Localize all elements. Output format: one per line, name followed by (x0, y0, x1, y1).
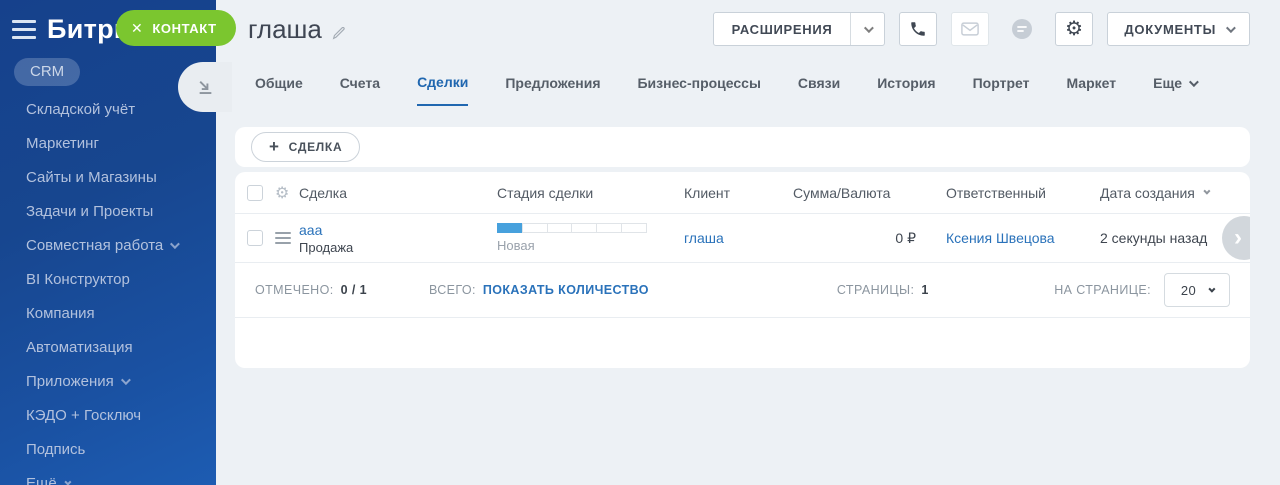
client-link[interactable]: глаша (684, 230, 724, 246)
contact-badge-label: КОНТАКТ (152, 20, 217, 36)
sidebar-header: Битрикс ✕ КОНТАКТ (0, 0, 236, 46)
header-actions: РАСШИРЕНИЯ ⚙ ДОКУМЕНТЫ (712, 12, 1250, 46)
main-content: глаша РАСШИРЕНИЯ ⚙ ДОКУМЕНТЫ Общие Счета… (216, 0, 1280, 485)
sidebar-item-company[interactable]: Компания (0, 296, 216, 330)
sidebar-item-sign[interactable]: Подпись (0, 432, 216, 466)
edit-title-icon[interactable] (332, 16, 345, 47)
tab-deals[interactable]: Сделки (417, 74, 469, 106)
chevron-down-icon (170, 238, 181, 249)
sort-chevron-icon (1203, 187, 1211, 195)
column-header-amount[interactable]: Сумма/Валюта (793, 185, 946, 201)
stage-segment[interactable] (621, 223, 647, 233)
hamburger-menu-icon[interactable] (10, 16, 38, 43)
deals-table: ⚙ Сделка Стадия сделки Клиент Сумма/Валю… (235, 172, 1250, 368)
sidebar-item-automation[interactable]: Автоматизация (0, 330, 216, 364)
chevron-down-icon (864, 22, 875, 33)
stage-segment[interactable] (571, 223, 598, 233)
chat-button[interactable] (1003, 12, 1041, 46)
mail-icon (961, 22, 980, 36)
selected-count: 0 / 1 (340, 283, 367, 297)
show-count-link[interactable]: ПОКАЗАТЬ КОЛИЧЕСТВО (483, 283, 649, 297)
stage-segment[interactable] (546, 223, 573, 233)
sidebar-item-kedo[interactable]: КЭДО + Госключ (0, 398, 216, 432)
table-footer: ОТМЕЧЕНО: 0 / 1 ВСЕГО: ПОКАЗАТЬ КОЛИЧЕСТ… (235, 263, 1250, 318)
entity-header: глаша РАСШИРЕНИЯ ⚙ ДОКУМЕНТЫ (216, 0, 1280, 47)
settings-button[interactable]: ⚙ (1055, 12, 1094, 46)
pages-label: СТРАНИЦЫ: (836, 283, 915, 297)
collapse-arrow-icon (199, 80, 211, 94)
chevron-down-icon (1189, 76, 1199, 87)
chevron-down-icon (64, 478, 72, 485)
plus-icon: + (269, 136, 280, 156)
tab-more[interactable]: Еще (1153, 74, 1199, 106)
chevron-down-icon (120, 374, 131, 385)
selected-label: ОТМЕЧЕНО: (255, 283, 334, 297)
stage-segment[interactable] (497, 223, 523, 233)
tab-bizproc[interactable]: Бизнес-процессы (637, 74, 760, 106)
column-header-responsible[interactable]: Ответственный (946, 185, 1100, 201)
deals-toolbar: + СДЕЛКА (235, 127, 1250, 167)
tab-market[interactable]: Маркет (1066, 74, 1116, 106)
add-deal-button[interactable]: + СДЕЛКА (251, 132, 361, 162)
sidebar-item-apps[interactable]: Приложения (0, 364, 216, 398)
email-button[interactable] (951, 12, 990, 46)
phone-button[interactable] (899, 12, 938, 46)
tab-links[interactable]: Связи (798, 74, 840, 106)
documents-button[interactable]: ДОКУМЕНТЫ (1107, 12, 1250, 46)
sidebar-item-collab[interactable]: Совместная работа (0, 228, 216, 262)
tab-profile[interactable]: Портрет (973, 74, 1030, 106)
tab-invoices[interactable]: Счета (340, 74, 380, 106)
entity-tabs: Общие Счета Сделки Предложения Бизнес-пр… (255, 74, 1250, 106)
responsible-link[interactable]: Ксения Швецова (946, 230, 1055, 246)
sidebar-item-sites[interactable]: Сайты и Магазины (0, 160, 216, 194)
table-header-row: ⚙ Сделка Стадия сделки Клиент Сумма/Валю… (235, 172, 1250, 214)
grid-settings-gear-icon[interactable]: ⚙ (275, 185, 289, 202)
close-icon[interactable]: ✕ (131, 20, 143, 37)
chat-bubble-icon (1012, 19, 1033, 39)
pages-value: 1 (921, 283, 929, 297)
contact-badge[interactable]: ✕ КОНТАКТ (116, 10, 236, 46)
tab-history[interactable]: История (877, 74, 935, 106)
sidebar-menu: Складской учёт Маркетинг Сайты и Магазин… (0, 92, 216, 485)
sidebar-collapse-button[interactable] (178, 62, 232, 112)
stage-bar[interactable] (497, 223, 647, 233)
phone-icon (911, 22, 926, 36)
stage-label: Новая (497, 238, 535, 253)
tab-quotes[interactable]: Предложения (505, 74, 600, 106)
table-row[interactable]: aaa Продажа Новая глаша 0 ₽ Ксения Швецо… (235, 214, 1250, 263)
row-drag-handle[interactable] (275, 232, 291, 244)
per-page-select[interactable]: 20 (1164, 273, 1230, 307)
deal-amount: 0 ₽ (895, 229, 916, 246)
select-all-checkbox[interactable] (247, 184, 263, 201)
page-title: глаша (248, 12, 345, 47)
column-header-created[interactable]: Дата создания (1100, 185, 1250, 201)
column-header-stage[interactable]: Стадия сделки (497, 185, 684, 201)
chevron-down-icon (1225, 22, 1236, 33)
per-page-label: НА СТРАНИЦЕ: (1054, 283, 1151, 297)
extensions-button[interactable]: РАСШИРЕНИЯ (712, 12, 886, 46)
total-label: ВСЕГО: (428, 283, 476, 297)
deal-category: Продажа (299, 239, 354, 255)
sidebar-item-bi[interactable]: BI Конструктор (0, 262, 216, 296)
sidebar-item-tasks[interactable]: Задачи и Проекты (0, 194, 216, 228)
column-header-client[interactable]: Клиент (684, 185, 793, 201)
sidebar-item-marketing[interactable]: Маркетинг (0, 126, 216, 160)
column-header-deal[interactable]: Сделка (299, 185, 497, 201)
tab-general[interactable]: Общие (255, 74, 303, 106)
stage-segment[interactable] (596, 223, 623, 233)
chevron-down-icon (1208, 285, 1216, 293)
sidebar-item-more[interactable]: Ещё (0, 466, 216, 485)
deal-name-link[interactable]: aaa (299, 222, 322, 238)
sidebar-item-crm[interactable]: CRM (14, 58, 81, 86)
gear-icon: ⚙ (1065, 18, 1084, 40)
stage-segment[interactable] (521, 223, 548, 233)
row-checkbox[interactable] (247, 230, 263, 246)
extensions-dropdown-button[interactable] (850, 13, 884, 45)
